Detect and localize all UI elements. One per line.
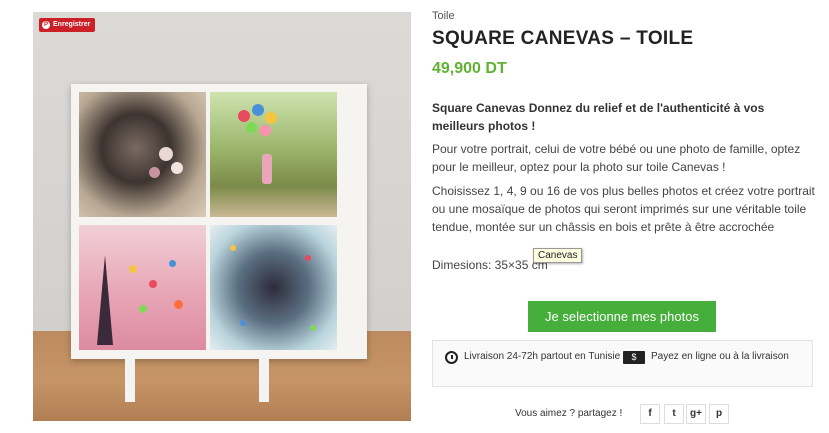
twitter-icon[interactable]: t <box>664 404 684 424</box>
easel-leg-left <box>125 352 135 402</box>
confetti-shape <box>310 325 316 331</box>
share-label: Vous aimez ? partagez ! <box>515 408 623 419</box>
confetti-shape <box>230 245 236 251</box>
photo-tile-confetti <box>210 225 337 350</box>
googleplus-icon[interactable]: g+ <box>686 404 706 424</box>
select-photos-button[interactable]: Je selectionne mes photos <box>528 301 716 332</box>
balloon-shape <box>246 122 257 133</box>
shipping-info: Livraison 24-72h partout en Tunisie <box>445 351 625 364</box>
product-category-link[interactable]: Toile <box>432 10 455 22</box>
delivery-info-box: Livraison 24-72h partout en Tunisie $ Pa… <box>432 340 813 387</box>
product-price: 49,900 DT <box>432 60 507 77</box>
photo-tile-girl-balloons <box>210 92 337 217</box>
product-dimensions: Dimesions: 35×35 cm <box>432 258 548 272</box>
product-title: SQUARE CANEVAS – TOILE <box>432 28 694 49</box>
balloon-shape <box>260 125 271 136</box>
balloon-shape <box>252 104 264 116</box>
girl-figure <box>262 154 272 184</box>
money-icon: $ <box>623 351 645 364</box>
pinterest-save-button[interactable]: P Enregistrer <box>39 18 96 32</box>
pinterest-save-label: Enregistrer <box>53 21 91 28</box>
photo-tile-portrait <box>79 92 206 217</box>
balloon-shape <box>238 110 250 122</box>
easel-leg-right <box>259 352 269 402</box>
balloon-shape <box>169 260 176 267</box>
canvas-print <box>71 84 367 359</box>
product-image[interactable]: P Enregistrer <box>33 12 411 421</box>
balloon-shape <box>139 305 147 313</box>
balloon-shape <box>265 112 277 124</box>
balloon-shape <box>149 167 160 178</box>
balloon-shape <box>149 280 157 288</box>
eiffel-tower-shape <box>97 255 113 345</box>
facebook-icon[interactable]: f <box>640 404 660 424</box>
payment-info: $ Payez en ligne ou à la livraison <box>623 351 803 364</box>
photo-tile-eiffel <box>79 225 206 350</box>
confetti-shape <box>305 255 311 261</box>
pinterest-icon: P <box>42 21 50 29</box>
tooltip: Canevas <box>533 248 583 263</box>
balloon-shape <box>171 162 183 174</box>
pinterest-share-icon[interactable]: p <box>709 404 729 424</box>
balloon-shape <box>129 265 137 273</box>
clock-icon <box>445 351 458 364</box>
shipping-text: Livraison 24-72h partout en Tunisie <box>464 351 621 362</box>
payment-text: Payez en ligne ou à la livraison <box>651 351 789 362</box>
description-paragraph: Pour votre portrait, celui de votre bébé… <box>432 142 801 174</box>
balloon-shape <box>174 300 183 309</box>
confetti-shape <box>240 320 246 326</box>
balloon-shape <box>159 147 173 161</box>
description-paragraph: Choisissez 1, 4, 9 ou 16 de vos plus bel… <box>432 184 815 234</box>
description-heading: Square Canevas Donnez du relief et de l'… <box>432 101 765 133</box>
